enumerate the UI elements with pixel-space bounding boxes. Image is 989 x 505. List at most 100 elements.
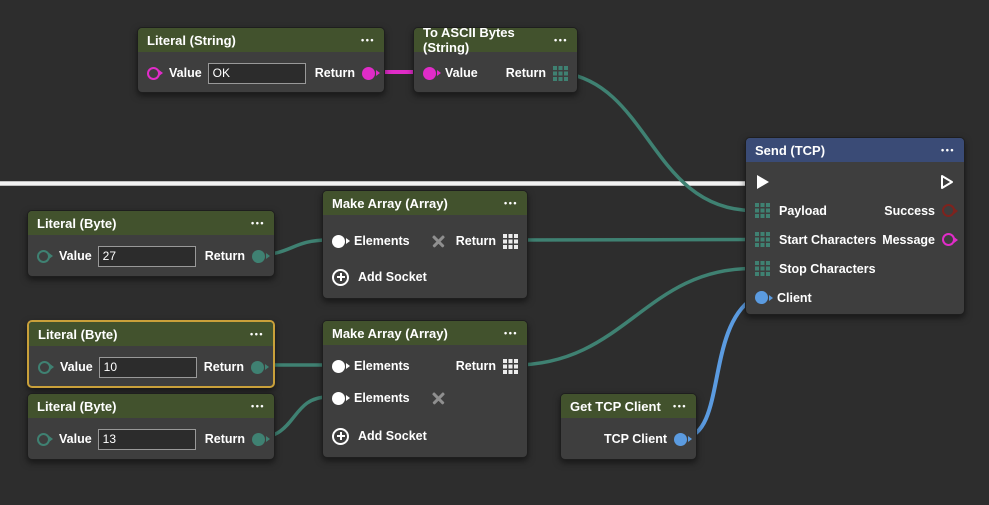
port-row: Elements Return xyxy=(323,223,527,259)
exec-in-pin[interactable] xyxy=(755,173,771,191)
node-title: To ASCII Bytes (String) xyxy=(423,27,554,55)
value-label: Value xyxy=(60,360,93,374)
node-header[interactable]: Literal (String) ••• xyxy=(138,28,384,52)
stop-characters-input-socket[interactable] xyxy=(755,261,770,276)
tcp-client-label: TCP Client xyxy=(604,432,667,446)
add-socket-label[interactable]: Add Socket xyxy=(358,270,427,284)
wire-make-array-1-to-start-characters[interactable] xyxy=(514,240,752,241)
port-row: Value Return xyxy=(28,235,274,277)
node-title: Literal (String) xyxy=(147,33,236,48)
return-output-socket[interactable] xyxy=(252,250,265,263)
value-input-socket[interactable] xyxy=(38,361,51,374)
elements-label: Elements xyxy=(354,359,410,373)
node-header[interactable]: Literal (Byte) ••• xyxy=(29,322,273,346)
node-graph-canvas[interactable]: Literal (String) ••• Value Return To ASC… xyxy=(0,0,989,505)
stop-characters-label: Stop Characters xyxy=(779,262,876,276)
return-output-socket[interactable] xyxy=(251,361,264,374)
menu-icon[interactable]: ••• xyxy=(504,329,518,338)
node-send-tcp[interactable]: Send (TCP) ••• Payload Success Start Cha… xyxy=(745,137,965,315)
value-input-socket[interactable] xyxy=(423,67,436,80)
menu-icon[interactable]: ••• xyxy=(361,36,375,45)
value-label: Value xyxy=(169,66,202,80)
port-row: Start Characters Message xyxy=(746,225,964,254)
payload-input-socket[interactable] xyxy=(755,203,770,218)
array-grid-icon[interactable] xyxy=(553,66,568,81)
client-label: Client xyxy=(777,291,812,305)
node-header[interactable]: Make Array (Array) ••• xyxy=(323,321,527,345)
client-input-socket[interactable] xyxy=(755,291,768,304)
menu-icon[interactable]: ••• xyxy=(251,219,265,228)
node-header[interactable]: Send (TCP) ••• xyxy=(746,138,964,162)
port-row: Client xyxy=(746,283,964,312)
node-literal-byte-27[interactable]: Literal (Byte) ••• Value Return xyxy=(27,210,275,277)
return-array-grid-icon[interactable] xyxy=(503,359,518,374)
wire-ascii-to-payload[interactable] xyxy=(564,73,752,211)
value-field[interactable] xyxy=(98,429,196,450)
start-characters-label: Start Characters xyxy=(779,233,876,247)
value-label: Value xyxy=(59,249,92,263)
node-literal-string[interactable]: Literal (String) ••• Value Return xyxy=(137,27,385,93)
port-row: Stop Characters xyxy=(746,254,964,283)
menu-icon[interactable]: ••• xyxy=(250,330,264,339)
remove-socket-icon[interactable] xyxy=(432,235,445,248)
node-make-array-1[interactable]: Make Array (Array) ••• Elements Return A… xyxy=(322,190,528,299)
value-input-socket[interactable] xyxy=(147,67,160,80)
menu-icon[interactable]: ••• xyxy=(251,402,265,411)
node-literal-byte-10[interactable]: Literal (Byte) ••• Value Return xyxy=(27,320,275,388)
node-title: Get TCP Client xyxy=(570,399,661,414)
exec-out-pin[interactable] xyxy=(939,173,955,191)
node-title: Literal (Byte) xyxy=(37,399,116,414)
wire-make-array-2-to-stop-characters[interactable] xyxy=(514,269,752,366)
node-make-array-2[interactable]: Make Array (Array) ••• Elements Return E… xyxy=(322,320,528,458)
value-field[interactable] xyxy=(98,246,196,267)
elements-input-socket[interactable] xyxy=(332,235,345,248)
node-header[interactable]: Literal (Byte) ••• xyxy=(28,211,274,235)
add-socket-label[interactable]: Add Socket xyxy=(358,429,427,443)
node-title: Literal (Byte) xyxy=(38,327,117,342)
return-output-socket[interactable] xyxy=(252,433,265,446)
menu-icon[interactable]: ••• xyxy=(941,146,955,155)
return-label: Return xyxy=(205,432,245,446)
node-header[interactable]: Make Array (Array) ••• xyxy=(323,191,527,215)
message-output-socket[interactable] xyxy=(942,233,955,246)
value-label: Value xyxy=(59,432,92,446)
success-label: Success xyxy=(884,204,935,218)
add-socket-row[interactable]: Add Socket xyxy=(323,420,527,452)
return-label: Return xyxy=(315,66,355,80)
node-header[interactable]: To ASCII Bytes (String) ••• xyxy=(414,28,577,52)
start-characters-input-socket[interactable] xyxy=(755,232,770,247)
success-output-socket[interactable] xyxy=(942,204,955,217)
node-header[interactable]: Get TCP Client ••• xyxy=(561,394,696,418)
elements-input-socket[interactable] xyxy=(332,392,345,405)
return-output-socket[interactable] xyxy=(362,67,375,80)
add-socket-icon[interactable] xyxy=(332,269,349,286)
value-input-socket[interactable] xyxy=(37,433,50,446)
node-header[interactable]: Literal (Byte) ••• xyxy=(28,394,274,418)
return-array-grid-icon[interactable] xyxy=(503,234,518,249)
port-row: TCP Client xyxy=(561,418,696,460)
add-socket-row[interactable]: Add Socket xyxy=(323,259,527,295)
menu-icon[interactable]: ••• xyxy=(673,402,687,411)
port-row: Value Return xyxy=(414,52,577,93)
value-input-socket[interactable] xyxy=(37,250,50,263)
node-literal-byte-13[interactable]: Literal (Byte) ••• Value Return xyxy=(27,393,275,460)
menu-icon[interactable]: ••• xyxy=(504,199,518,208)
value-field[interactable] xyxy=(99,357,197,378)
menu-icon[interactable]: ••• xyxy=(554,36,568,45)
return-label: Return xyxy=(456,234,496,248)
return-label: Return xyxy=(506,66,546,80)
node-get-tcp-client[interactable]: Get TCP Client ••• TCP Client xyxy=(560,393,697,460)
add-socket-icon[interactable] xyxy=(332,428,349,445)
port-row: Value Return xyxy=(29,346,273,388)
remove-socket-icon[interactable] xyxy=(432,392,445,405)
payload-label: Payload xyxy=(779,204,827,218)
node-to-ascii-bytes[interactable]: To ASCII Bytes (String) ••• Value Return xyxy=(413,27,578,93)
tcp-client-output-socket[interactable] xyxy=(674,433,687,446)
exec-row xyxy=(746,167,964,196)
elements-input-socket[interactable] xyxy=(332,360,345,373)
port-row: Elements xyxy=(323,382,527,414)
node-title: Literal (Byte) xyxy=(37,216,116,231)
value-field[interactable] xyxy=(208,63,306,84)
value-label: Value xyxy=(445,66,478,80)
port-row: Elements Return xyxy=(323,350,527,382)
